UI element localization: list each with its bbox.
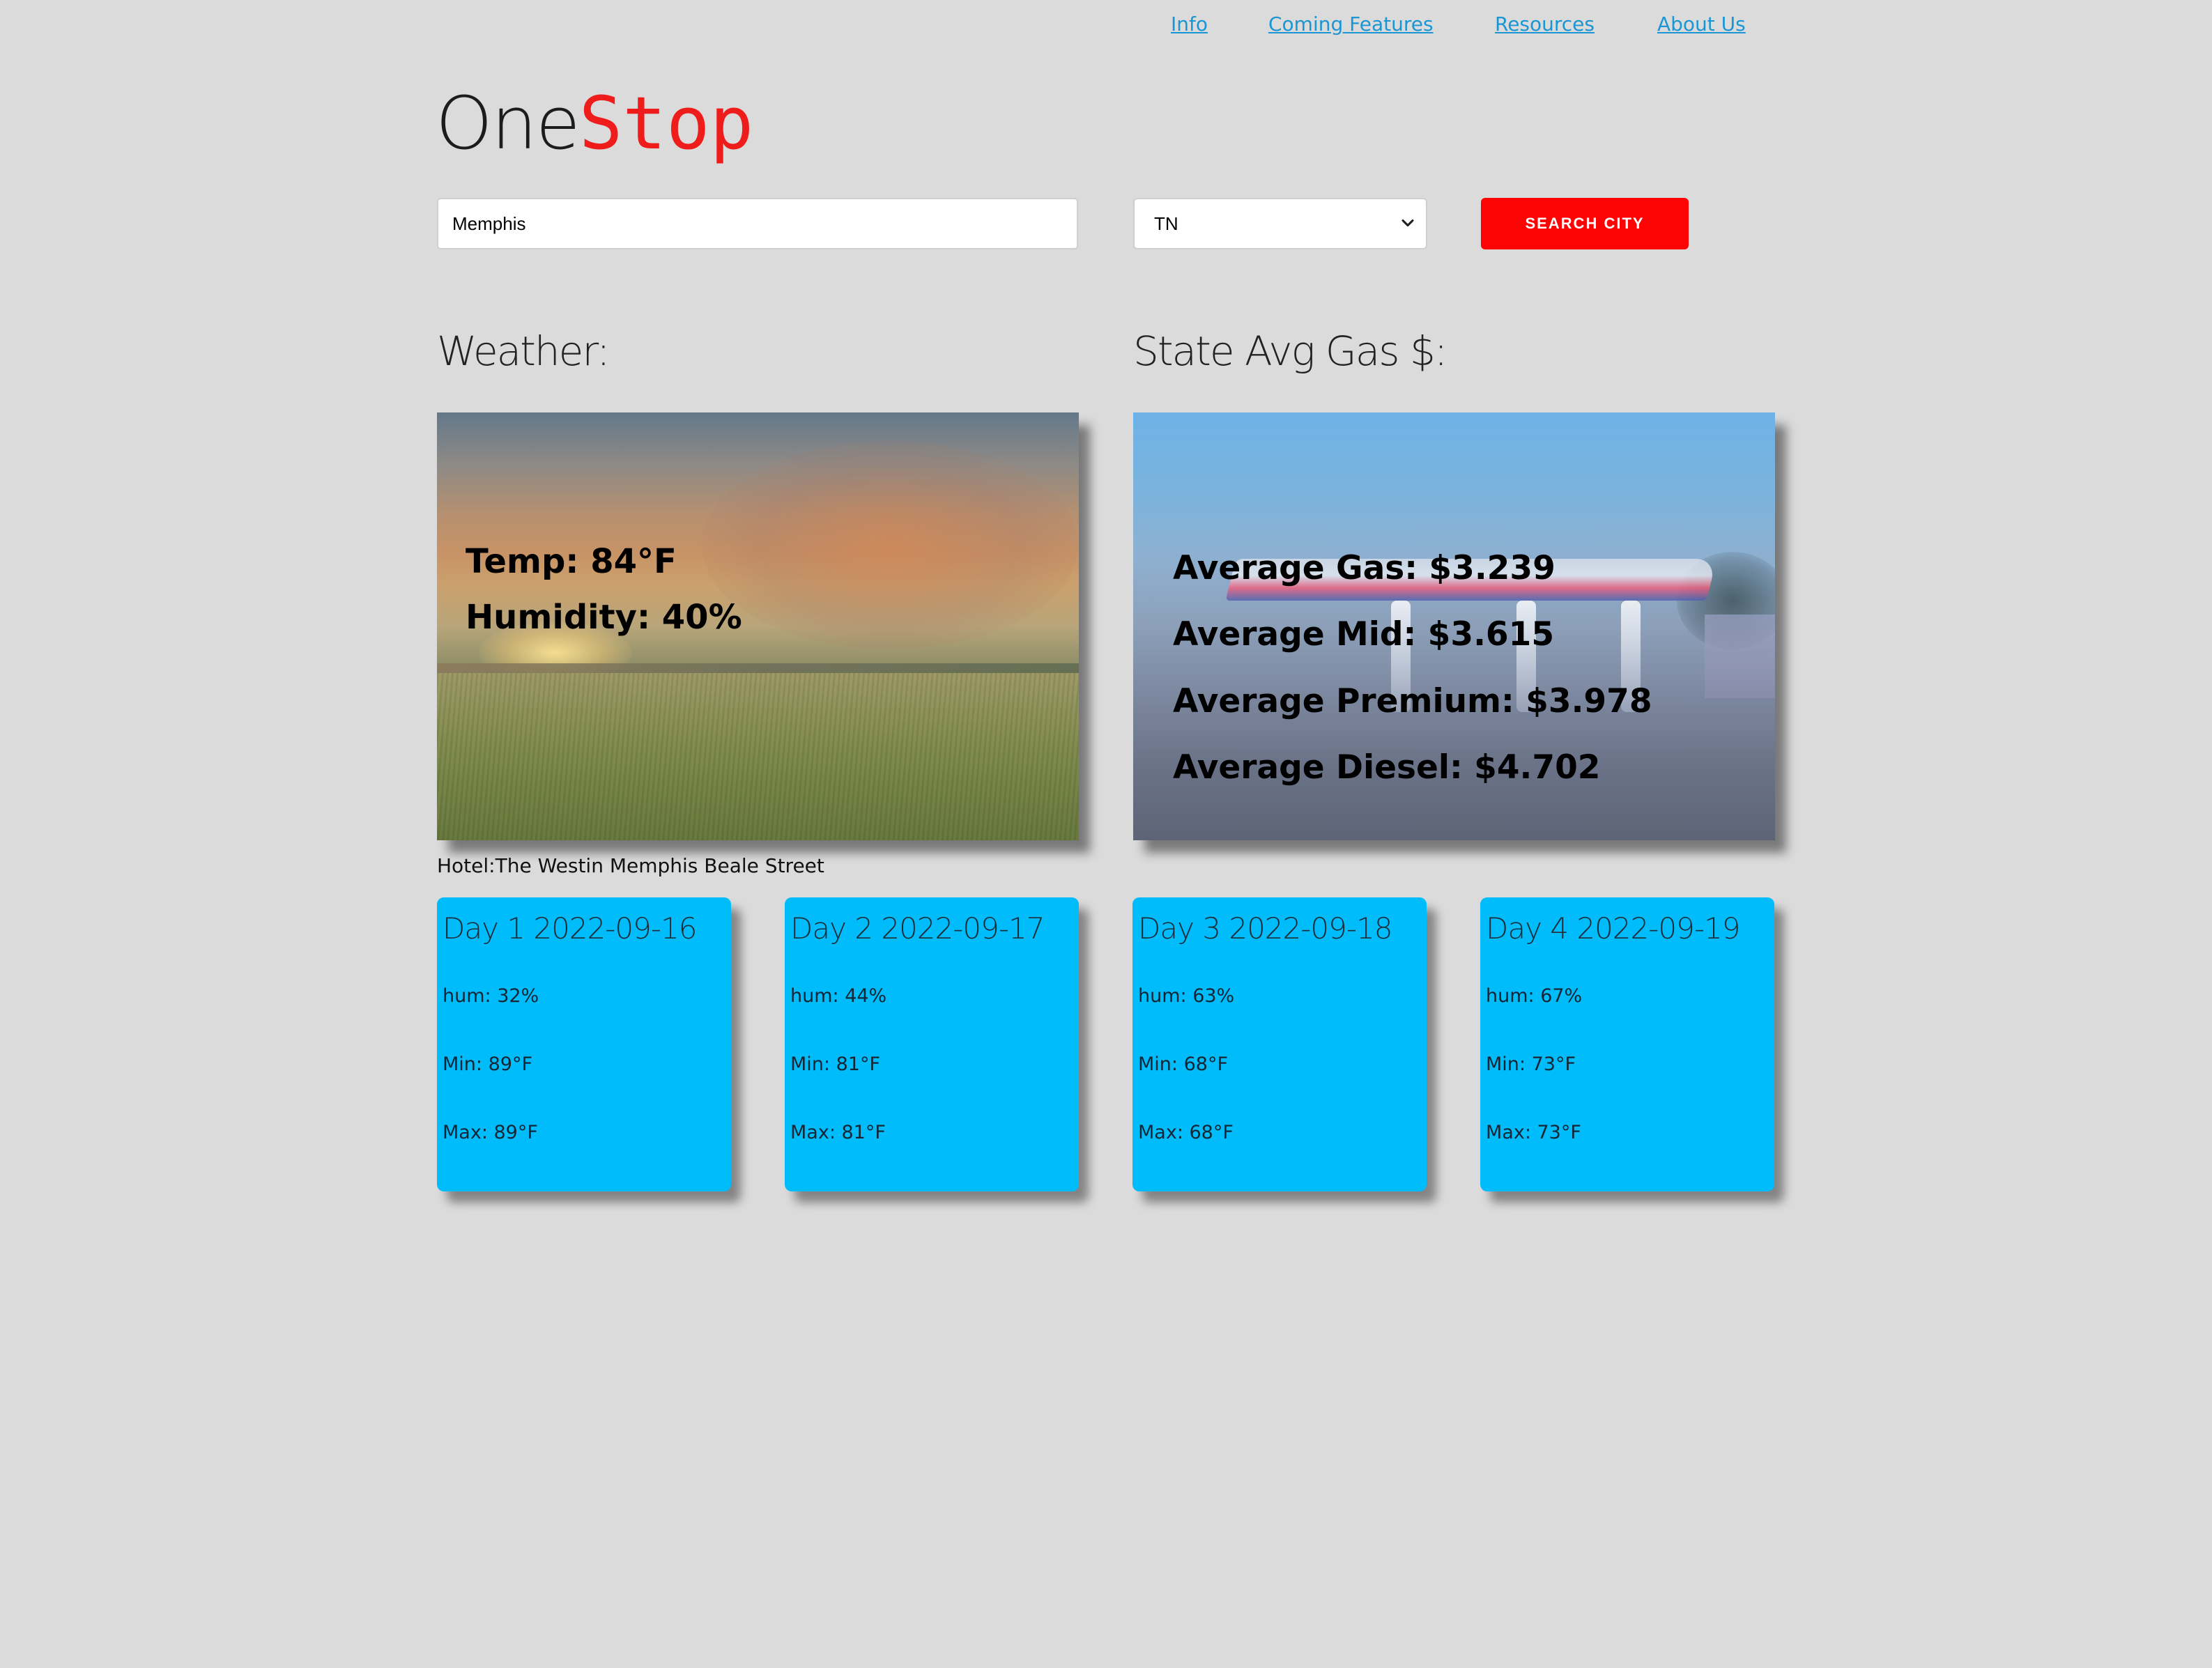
forecast-humidity: hum: 63% xyxy=(1138,985,1235,1007)
gas-heading: State Avg Gas $: xyxy=(1133,327,1447,375)
forecast-card-day-4: Day 4 2022-09-19 hum: 67% Min: 73°F Max:… xyxy=(1480,897,1774,1191)
grass-field-image xyxy=(437,673,1079,840)
forecast-max-temp: Max: 89°F xyxy=(443,1122,538,1143)
forecast-humidity: hum: 44% xyxy=(790,985,887,1007)
forecast-day-title: Day 4 2022-09-19 xyxy=(1486,911,1740,945)
logo-part-stop: Stop xyxy=(578,81,754,166)
current-temp: Temp: 84°F xyxy=(466,542,677,581)
sky-clouds-image xyxy=(702,440,1078,649)
hotel-info: Hotel:The Westin Memphis Beale Street xyxy=(437,854,824,877)
nav-link-coming-features[interactable]: Coming Features xyxy=(1268,13,1434,36)
forecast-humidity: hum: 67% xyxy=(1486,985,1583,1007)
nav-link-about-us[interactable]: About Us xyxy=(1657,13,1746,36)
state-select[interactable]: TN xyxy=(1133,198,1427,249)
nav-link-info[interactable]: Info xyxy=(1171,13,1208,36)
nav-link-resources[interactable]: Resources xyxy=(1495,13,1595,36)
gas-card: Average Gas: $3.239 Average Mid: $3.615 … xyxy=(1133,412,1775,840)
avg-mid-price: Average Mid: $3.615 xyxy=(1173,615,1555,654)
forecast-min-temp: Min: 68°F xyxy=(1138,1053,1228,1075)
search-city-button[interactable]: SEARCH CITY xyxy=(1481,198,1689,249)
forecast-humidity: hum: 32% xyxy=(443,985,539,1007)
forecast-min-temp: Min: 73°F xyxy=(1486,1053,1576,1075)
forecast-max-temp: Max: 81°F xyxy=(790,1122,886,1143)
building-image xyxy=(1705,615,1775,698)
top-nav: Info Coming Features Resources About Us xyxy=(1171,13,1770,47)
chevron-down-icon xyxy=(1401,219,1414,227)
horizon-image xyxy=(437,663,1079,673)
current-humidity: Humidity: 40% xyxy=(466,598,742,637)
forecast-day-title: Day 1 2022-09-16 xyxy=(443,911,697,945)
forecast-min-temp: Min: 89°F xyxy=(443,1053,532,1075)
weather-card: Temp: 84°F Humidity: 40% xyxy=(437,412,1079,840)
forecast-card-day-3: Day 3 2022-09-18 hum: 63% Min: 68°F Max:… xyxy=(1132,897,1427,1191)
forecast-min-temp: Min: 81°F xyxy=(790,1053,880,1075)
forecast-max-temp: Max: 68°F xyxy=(1138,1122,1234,1143)
state-select-value: TN xyxy=(1154,213,1178,234)
forecast-day-title: Day 2 2022-09-17 xyxy=(790,911,1045,945)
forecast-card-day-1: Day 1 2022-09-16 hum: 32% Min: 89°F Max:… xyxy=(437,897,731,1191)
site-logo: OneStop xyxy=(436,78,753,169)
avg-premium-price: Average Premium: $3.978 xyxy=(1173,682,1652,720)
avg-diesel-price: Average Diesel: $4.702 xyxy=(1173,748,1601,787)
logo-part-one: One xyxy=(436,81,581,166)
forecast-max-temp: Max: 73°F xyxy=(1486,1122,1581,1143)
forecast-day-title: Day 3 2022-09-18 xyxy=(1138,911,1392,945)
weather-heading: Weather: xyxy=(437,327,610,375)
avg-gas-price: Average Gas: $3.239 xyxy=(1173,549,1556,587)
city-input[interactable] xyxy=(437,198,1078,249)
forecast-card-day-2: Day 2 2022-09-17 hum: 44% Min: 81°F Max:… xyxy=(785,897,1079,1191)
